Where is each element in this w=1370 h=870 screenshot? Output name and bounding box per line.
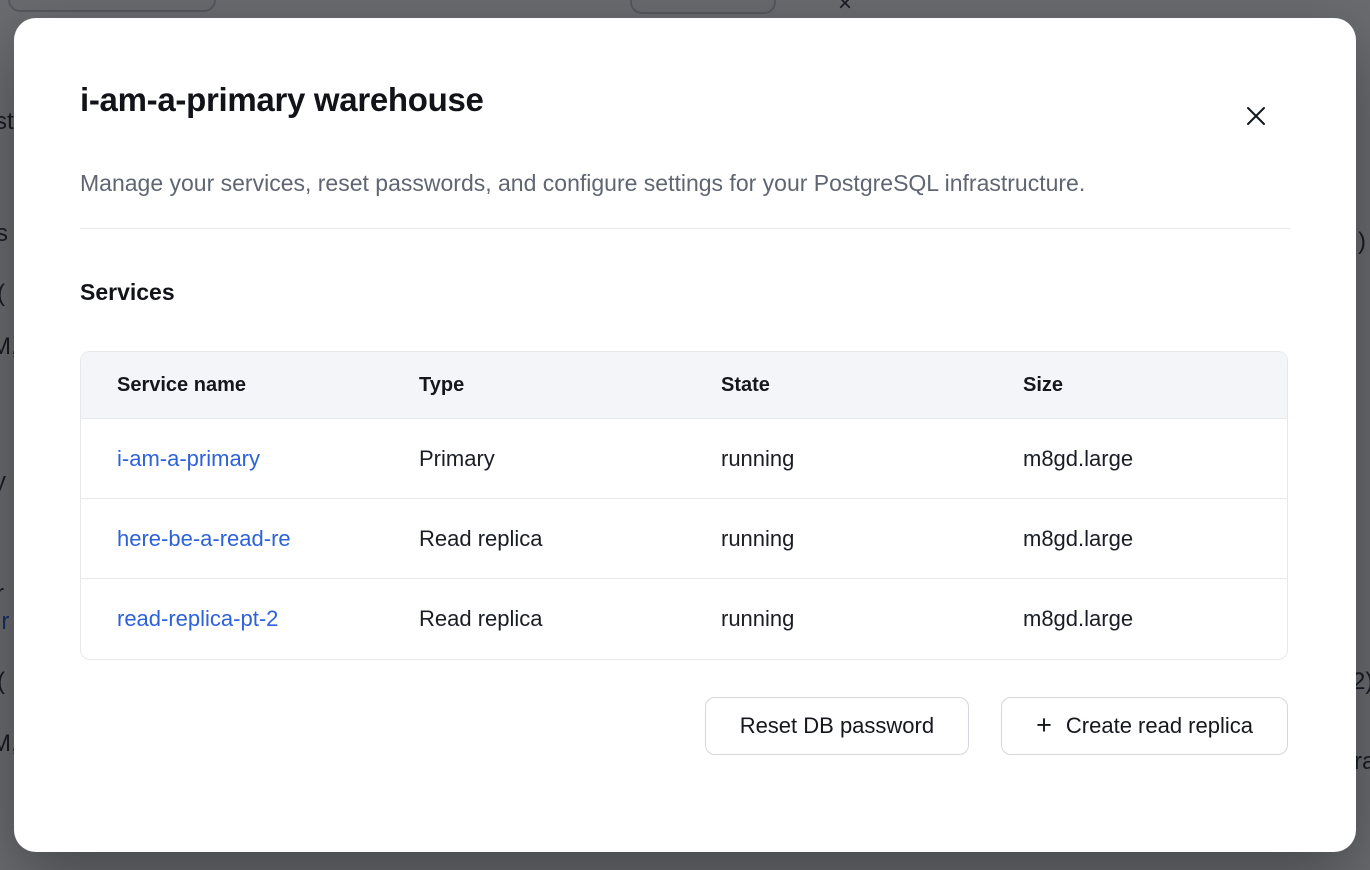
- close-button[interactable]: [1234, 94, 1278, 138]
- service-size-cell: m8gd.large: [987, 446, 1287, 472]
- close-icon: [1244, 104, 1268, 128]
- service-name-cell: i-am-a-primary: [81, 446, 383, 472]
- service-type-cell: Read replica: [383, 606, 685, 632]
- dialog-actions: Reset DB password + Create read replica: [80, 697, 1288, 755]
- service-name-cell: read-replica-pt-2: [81, 606, 383, 632]
- column-header-type: Type: [383, 374, 685, 397]
- services-table: Service name Type State Size i-am-a-prim…: [80, 351, 1288, 660]
- service-state-cell: running: [685, 446, 987, 472]
- service-name-link[interactable]: read-replica-pt-2: [117, 606, 278, 631]
- service-size-cell: m8gd.large: [987, 606, 1287, 632]
- reset-db-password-button[interactable]: Reset DB password: [705, 697, 969, 755]
- table-header-row: Service name Type State Size: [81, 352, 1287, 419]
- service-state-cell: running: [685, 526, 987, 552]
- column-header-service-name: Service name: [81, 374, 383, 397]
- service-type-cell: Read replica: [383, 526, 685, 552]
- divider: [80, 228, 1290, 229]
- screen: × st s ( M, y r ir ( M, ) 2) ra i-am-a-p…: [0, 0, 1370, 870]
- plus-icon: +: [1036, 712, 1052, 739]
- service-name-link[interactable]: here-be-a-read-re: [117, 526, 291, 551]
- dialog-title: i-am-a-primary warehouse: [80, 78, 1290, 122]
- service-name-cell: here-be-a-read-re: [81, 526, 383, 552]
- service-state-cell: running: [685, 606, 987, 632]
- table-row: here-be-a-read-re Read replica running m…: [81, 499, 1287, 579]
- create-read-replica-button[interactable]: + Create read replica: [1001, 697, 1288, 755]
- reset-db-password-label: Reset DB password: [740, 713, 934, 739]
- service-size-cell: m8gd.large: [987, 526, 1287, 552]
- service-type-cell: Primary: [383, 446, 685, 472]
- table-row: read-replica-pt-2 Read replica running m…: [81, 579, 1287, 659]
- column-header-size: Size: [987, 374, 1287, 397]
- service-name-link[interactable]: i-am-a-primary: [117, 446, 260, 471]
- create-read-replica-label: Create read replica: [1066, 713, 1253, 739]
- services-heading: Services: [80, 277, 1290, 307]
- table-row: i-am-a-primary Primary running m8gd.larg…: [81, 419, 1287, 499]
- dialog-description: Manage your services, reset passwords, a…: [80, 162, 1220, 204]
- warehouse-dialog: i-am-a-primary warehouse Manage your ser…: [14, 18, 1356, 852]
- column-header-state: State: [685, 374, 987, 397]
